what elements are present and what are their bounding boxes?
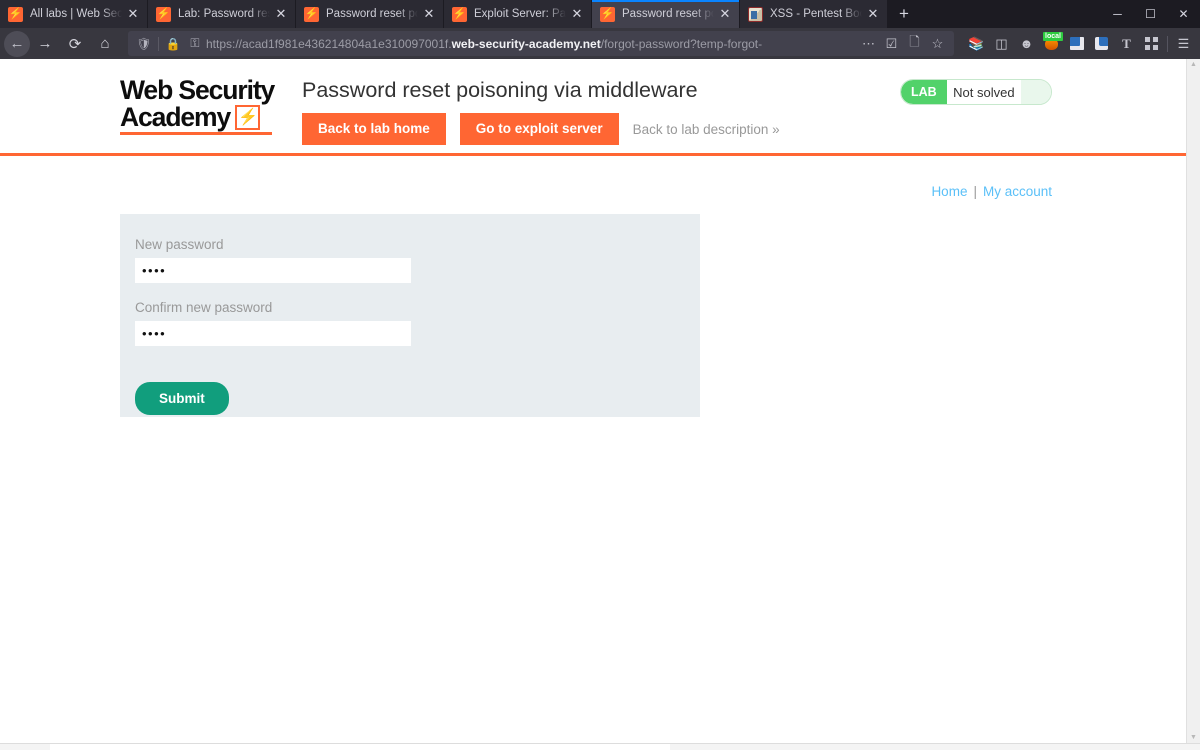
tab-close-icon[interactable]: ✕ [125, 6, 141, 22]
burp-extension-icon[interactable]: local [1039, 31, 1064, 57]
extension-blue2-icon[interactable] [1089, 31, 1114, 57]
sidebar-icon[interactable]: ◫ [989, 31, 1014, 57]
submit-button[interactable]: Submit [135, 382, 229, 415]
divider [1167, 35, 1168, 52]
logo-line-2-text: Academy [120, 102, 231, 132]
browser-window: All labs | Web Security Academy ✕ Lab: P… [0, 0, 1200, 750]
tab-title: All labs | Web Security Academy [30, 8, 122, 20]
page-title: Password reset poisoning via middleware [302, 78, 698, 102]
address-bar-actions: ⋯ ☑ 🗋 ☆ [857, 33, 949, 55]
scroll-up-arrow-icon[interactable]: ▲ [1190, 61, 1197, 68]
account-icon[interactable]: ☻ [1014, 31, 1039, 57]
site-navigation: Home | My account [0, 156, 1186, 199]
tab-strip: All labs | Web Security Academy ✕ Lab: P… [0, 0, 1200, 28]
nav-link-home[interactable]: Home [931, 184, 967, 199]
tab-close-icon[interactable]: ✕ [717, 6, 733, 22]
tab-title: Password reset poisoning via middleware [622, 8, 714, 20]
lab-status-end-cap [1021, 80, 1051, 104]
url-prefix: https://acad1f981e436214804a1e310097001f… [206, 36, 452, 51]
tampermonkey-icon[interactable]: T [1114, 31, 1139, 57]
page-viewport: Web Security Academy Password reset pois… [0, 59, 1200, 743]
extension-blue-icon[interactable] [1064, 31, 1089, 57]
bookmark-star-icon[interactable]: ☆ [926, 36, 949, 52]
browser-tab-6[interactable]: XSS - Pentest Book ✕ [740, 0, 888, 28]
translate-icon[interactable]: 🗋 [903, 33, 926, 55]
maximize-button[interactable]: ☐ [1134, 0, 1167, 28]
logo-line-1: Web Security [120, 75, 275, 105]
lab-status-widget: LAB Not solved [900, 79, 1052, 105]
forward-button-icon[interactable]: → [30, 31, 60, 57]
new-password-label: New password [135, 237, 224, 252]
lightning-bolt-icon [235, 105, 261, 130]
navigation-toolbar: ← → ⟳ ⌂ 🛡 🔒 ⚿ https://acad1f981e43621480… [0, 28, 1200, 59]
web-security-academy-logo[interactable]: Web Security Academy [120, 77, 292, 135]
horizontal-scroll-thumb[interactable] [50, 744, 670, 750]
lab-info: Password reset poisoning via middleware … [292, 77, 900, 145]
logo-line-2: Academy [120, 104, 292, 131]
page-content: Web Security Academy Password reset pois… [0, 59, 1186, 743]
new-password-input[interactable] [135, 258, 411, 283]
home-button-icon[interactable]: ⌂ [90, 31, 120, 57]
more-options-icon[interactable]: ⋯ [857, 36, 880, 52]
nav-link-my-account[interactable]: My account [983, 184, 1052, 199]
confirm-password-input[interactable] [135, 321, 411, 346]
lab-badge: LAB [901, 80, 947, 104]
address-bar[interactable]: 🛡 🔒 ⚿ https://acad1f981e436214804a1e3100… [128, 31, 954, 56]
back-button-icon[interactable]: ← [4, 30, 30, 57]
browser-tab-1[interactable]: All labs | Web Security Academy ✕ [0, 0, 148, 28]
browser-tab-5-active[interactable]: Password reset poisoning via middleware … [592, 0, 740, 28]
tab-close-icon[interactable]: ✕ [421, 6, 437, 22]
horizontal-scrollbar[interactable] [0, 743, 1200, 750]
tab-close-icon[interactable]: ✕ [569, 6, 585, 22]
permissions-key-icon[interactable]: ⚿ [184, 36, 206, 51]
browser-tab-4[interactable]: Exploit Server: Password reset poisoning… [444, 0, 592, 28]
lab-header: Web Security Academy Password reset pois… [0, 59, 1186, 156]
tab-title: Lab: Password reset poisoning via middle… [178, 8, 270, 20]
burp-favicon-icon [8, 6, 23, 22]
url-path: /forgot-password?temp-forgot- [600, 36, 763, 51]
confirm-password-label: Confirm new password [135, 300, 273, 315]
back-to-lab-home-button[interactable]: Back to lab home [302, 113, 446, 145]
reader-mode-icon[interactable]: ☑ [880, 36, 903, 52]
book-favicon-icon [748, 6, 763, 22]
browser-tab-2[interactable]: Lab: Password reset poisoning via middle… [148, 0, 296, 28]
status-badge: Not solved [946, 80, 1021, 104]
lock-icon[interactable]: 🔒 [162, 37, 184, 51]
reload-button-icon[interactable]: ⟳ [60, 31, 90, 57]
url-domain: web-security-academy.net [451, 36, 601, 51]
library-icon[interactable]: 📚 [964, 31, 989, 57]
minimize-button[interactable]: ─ [1101, 0, 1134, 28]
tab-title: Exploit Server: Password reset poisoning… [474, 8, 566, 20]
go-to-exploit-server-button[interactable]: Go to exploit server [459, 113, 619, 145]
back-to-lab-description-link[interactable]: Back to lab description » [633, 122, 780, 137]
lab-action-buttons: Back to lab home Go to exploit server Ba… [302, 113, 900, 145]
url-text: https://acad1f981e436214804a1e310097001f… [206, 37, 857, 51]
burp-favicon-icon [452, 6, 467, 22]
burp-local-badge: local [1043, 31, 1063, 41]
reset-password-form: New password Confirm new password Submit [120, 214, 700, 417]
browser-tab-3[interactable]: Password reset poisoning via middleware … [296, 0, 444, 28]
logo-underline [120, 132, 272, 135]
nav-separator: | [973, 184, 977, 199]
tab-close-icon[interactable]: ✕ [865, 6, 881, 22]
divider [158, 36, 159, 51]
tab-close-icon[interactable]: ✕ [273, 6, 289, 22]
app-menu-icon[interactable]: ☰ [1171, 31, 1196, 57]
tab-title: XSS - Pentest Book [770, 8, 862, 20]
burp-favicon-icon [304, 6, 319, 22]
tab-title: Password reset poisoning via middleware [326, 8, 418, 20]
close-window-button[interactable]: ✕ [1167, 0, 1200, 28]
burp-favicon-icon [600, 6, 615, 22]
new-tab-button[interactable]: + [888, 0, 920, 28]
vertical-scrollbar[interactable]: ▲ ▼ [1186, 59, 1200, 743]
grid-extensions-icon[interactable] [1139, 31, 1164, 57]
shield-icon[interactable]: 🛡 [133, 37, 155, 51]
window-controls: ─ ☐ ✕ [1101, 0, 1200, 28]
burp-favicon-icon [156, 6, 171, 22]
scroll-down-arrow-icon[interactable]: ▼ [1190, 734, 1197, 741]
toolbar-extensions: 📚 ◫ ☻ local T ☰ [960, 31, 1196, 57]
